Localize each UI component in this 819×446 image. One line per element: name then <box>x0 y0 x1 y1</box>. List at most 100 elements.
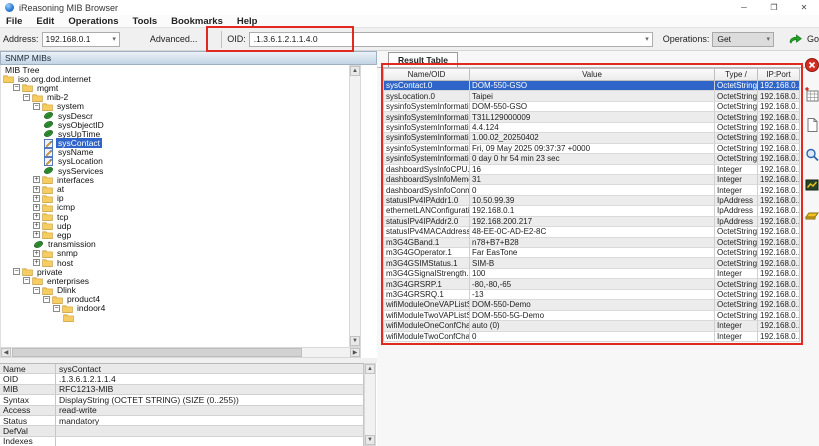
result-row-wifimoduletwovaplistss-[interactable]: wifiModuleTwoVAPListSS...DOM-550-5G-Demo… <box>383 311 800 321</box>
result-row-sysinfosysteminformation-[interactable]: sysinfoSystemInformation...0 day 0 hr 54… <box>383 154 800 164</box>
scrollbar-thumb[interactable] <box>12 348 302 357</box>
collapse-icon[interactable]: − <box>33 287 40 294</box>
tree-node-sysservices[interactable]: sysServices <box>1 166 349 175</box>
result-row-syslocation-0[interactable]: sysLocation.0TaipeiOctetString192.168.0.… <box>383 91 800 101</box>
address-combobox[interactable]: 192.168.0.1 ▾ <box>42 32 120 47</box>
result-row-m3g4gsignalstrength-1[interactable]: m3G4GSignalStrength.1100Integer192.168.0… <box>383 269 800 279</box>
maximize-button[interactable]: ❐ <box>759 0 789 15</box>
expand-icon[interactable]: + <box>33 213 40 220</box>
tree-node-icmp[interactable]: +icmp <box>1 203 349 212</box>
collapse-icon[interactable]: − <box>23 94 30 101</box>
tree-node-enterprises[interactable]: −enterprises <box>1 276 349 285</box>
go-button[interactable]: Go <box>788 34 819 45</box>
tree-node-partial[interactable] <box>1 313 349 322</box>
tab-result-table[interactable]: Result Table <box>388 52 458 67</box>
tree-node-transmission[interactable]: transmission <box>1 240 349 249</box>
collapse-icon[interactable]: − <box>53 305 60 312</box>
column-header-type-[interactable]: Type / <box>715 68 758 81</box>
result-row-m3g4gsimstatus-1[interactable]: m3G4GSIMStatus.1SIM-BOctetString192.168.… <box>383 258 800 268</box>
tree-node-snmp[interactable]: +snmp <box>1 249 349 258</box>
column-header-ip-port[interactable]: IP:Port <box>758 68 800 81</box>
result-row-wifimoduletwoconfchan-[interactable]: wifiModuleTwoConfChan...0Integer192.168.… <box>383 332 800 342</box>
document-icon[interactable] <box>804 117 819 133</box>
collapse-icon[interactable]: − <box>13 84 20 91</box>
expand-icon[interactable]: + <box>33 222 40 229</box>
tree-node-product4[interactable]: −product4 <box>1 295 349 304</box>
scroll-right-icon[interactable]: ▶ <box>350 348 360 357</box>
result-row-dashboardsysinfoconnecti-[interactable]: dashboardSysInfoConnecti...0Integer192.1… <box>383 185 800 195</box>
minimize-button[interactable]: ─ <box>729 0 759 15</box>
menu-help[interactable]: Help <box>237 16 258 27</box>
expand-icon[interactable]: + <box>33 231 40 238</box>
expand-icon[interactable]: + <box>33 186 40 193</box>
chevron-down-icon[interactable]: ▾ <box>766 35 773 43</box>
result-row-wifimoduleoneconfchann-[interactable]: wifiModuleOneConfChann...auto (0)Integer… <box>383 321 800 331</box>
result-row-ethernetlanconfiguration-[interactable]: ethernetLANConfiguration...192.168.0.1Ip… <box>383 206 800 216</box>
column-header-value[interactable]: Value <box>470 68 715 81</box>
tree-node-dlink[interactable]: −Dlink <box>1 286 349 295</box>
result-row-dashboardsysinfomemory-0[interactable]: dashboardSysInfoMemory.031Integer192.168… <box>383 175 800 185</box>
menu-operations[interactable]: Operations <box>68 16 118 27</box>
menu-tools[interactable]: Tools <box>132 16 157 27</box>
properties-vertical-scrollbar[interactable]: ▲ ▼ <box>364 363 376 446</box>
search-icon[interactable] <box>804 147 819 163</box>
tree-vertical-scrollbar[interactable]: ▲ ▼ <box>349 65 361 347</box>
close-button[interactable]: ✕ <box>789 0 819 15</box>
tree-horizontal-scrollbar[interactable]: ◀ ▶ <box>0 347 361 358</box>
scroll-down-icon[interactable]: ▼ <box>350 336 360 346</box>
result-row-sysinfosysteminformations-[interactable]: sysinfoSystemInformationS...Fri, 09 May … <box>383 144 800 154</box>
expand-icon[interactable]: + <box>33 250 40 257</box>
result-row-sysinfosysteminformation-[interactable]: sysinfoSystemInformation...DOM-550-GSOOc… <box>383 102 800 112</box>
tree-node-udp[interactable]: +udp <box>1 221 349 230</box>
result-row-wifimoduleonevaplistssi-[interactable]: wifiModuleOneVAPListSSI...DOM-550-DemoOc… <box>383 300 800 310</box>
result-row-syscontact-0[interactable]: sysContact.0DOM-550-GSOOctetString192.16… <box>383 81 800 91</box>
collapse-icon[interactable]: − <box>33 103 40 110</box>
tree-node-sysuptime[interactable]: sysUpTime <box>1 129 349 138</box>
expand-icon[interactable]: + <box>33 195 40 202</box>
result-row-m3g4grsrq-1[interactable]: m3G4GRSRQ.1-13OctetString192.168.0... <box>383 290 800 300</box>
tree-node-sysname[interactable]: sysName <box>1 148 349 157</box>
expand-icon[interactable]: + <box>33 259 40 266</box>
scroll-up-icon[interactable]: ▲ <box>350 66 360 76</box>
tree-node-interfaces[interactable]: +interfaces <box>1 175 349 184</box>
tree-node-indoor4[interactable]: −indoor4 <box>1 304 349 313</box>
collapse-icon[interactable]: − <box>43 296 50 303</box>
menu-file[interactable]: File <box>6 16 22 27</box>
expand-icon[interactable]: + <box>33 204 40 211</box>
tree-node-syscontact[interactable]: sysContact <box>1 139 349 148</box>
tree-node-system[interactable]: −system <box>1 102 349 111</box>
result-row-sysinfosysteminformation-[interactable]: sysinfoSystemInformation...T31L129000009… <box>383 112 800 122</box>
tree-node-sysobjectid[interactable]: sysObjectID <box>1 120 349 129</box>
tree-node-tcp[interactable]: +tcp <box>1 212 349 221</box>
result-row-statusipv4ipaddr1-0[interactable]: statusIPv4IPAddr1.010.50.99.39IpAddress1… <box>383 196 800 206</box>
scroll-left-icon[interactable]: ◀ <box>1 348 11 357</box>
delete-icon[interactable] <box>804 57 819 73</box>
result-row-m3g4grsrp-1[interactable]: m3G4GRSRP.1-80,-80,-65OctetString192.168… <box>383 279 800 289</box>
result-row-sysinfosysteminformationf-[interactable]: sysinfoSystemInformationF...1.00.02_2025… <box>383 133 800 143</box>
operations-combobox[interactable]: Get ▾ <box>712 32 774 47</box>
tree-node-sysdescr[interactable]: sysDescr <box>1 111 349 120</box>
expand-icon[interactable]: + <box>33 176 40 183</box>
tree-node-ip[interactable]: +ip <box>1 194 349 203</box>
result-row-statusipv4macaddress2-0[interactable]: statusIPv4MACAddress2.048-EE-0C-AD-E2-8C… <box>383 227 800 237</box>
collapse-icon[interactable]: − <box>23 277 30 284</box>
tree-node-at[interactable]: +at <box>1 184 349 193</box>
export-icon[interactable] <box>804 207 819 223</box>
collapse-icon[interactable]: − <box>13 268 20 275</box>
chevron-down-icon[interactable]: ▾ <box>112 35 119 43</box>
graph-icon[interactable] <box>804 177 819 193</box>
advanced-button[interactable]: Advanced... <box>142 32 206 46</box>
menu-edit[interactable]: Edit <box>36 16 54 27</box>
result-row-sysinfosysteminformation-[interactable]: sysinfoSystemInformation...4.4.124OctetS… <box>383 123 800 133</box>
oid-input[interactable]: .1.3.6.1.2.1.1.4.0 ▾ <box>249 32 653 47</box>
tree-node-mib-2[interactable]: −mib-2 <box>1 93 349 102</box>
result-row-m3g4goperator-1[interactable]: m3G4GOperator.1Far EasToneOctetString192… <box>383 248 800 258</box>
scroll-up-icon[interactable]: ▲ <box>365 364 375 374</box>
chevron-down-icon[interactable]: ▾ <box>645 35 652 43</box>
result-row-m3g4gband-1[interactable]: m3G4GBand.1n78+B7+B28OctetString192.168.… <box>383 238 800 248</box>
tree-node-syslocation[interactable]: sysLocation <box>1 157 349 166</box>
column-header-name-oid[interactable]: Name/OID <box>383 68 470 81</box>
menu-bookmarks[interactable]: Bookmarks <box>171 16 223 27</box>
scroll-down-icon[interactable]: ▼ <box>365 435 375 445</box>
result-row-statusipv4ipaddr2-0[interactable]: statusIPv4IPAddr2.0192.168.200.217IpAddr… <box>383 217 800 227</box>
